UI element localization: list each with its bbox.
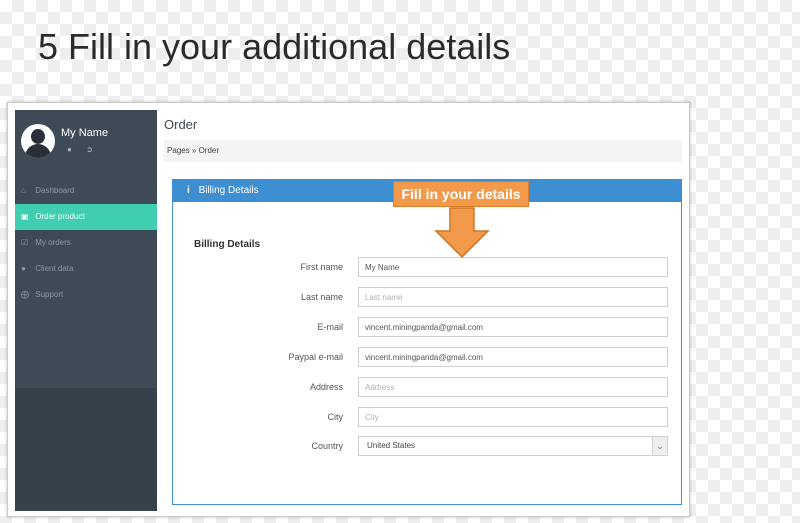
- info-icon: i: [187, 185, 190, 196]
- email-field[interactable]: [358, 317, 668, 337]
- paypal-email-label: Paypal e-mail: [288, 352, 343, 362]
- sidebar-item-order-product[interactable]: ▣ Order product: [15, 204, 157, 230]
- first-name-label: First name: [300, 262, 343, 272]
- sign-out-icon[interactable]: ➲: [86, 145, 93, 154]
- paypal-email-field[interactable]: [358, 347, 668, 367]
- profile-name: My Name: [61, 127, 109, 139]
- sidebar-item-label: My orders: [35, 238, 71, 247]
- user-icon: ●: [21, 264, 26, 273]
- sidebar-item-support[interactable]: ⨁ Support: [15, 282, 157, 308]
- user-icon[interactable]: ●: [67, 145, 72, 154]
- sidebar: My Name ● ➲ ⌂ Dashboard ▣ Order product …: [15, 110, 157, 511]
- address-row: Address: [173, 377, 683, 397]
- sidebar-item-client-data[interactable]: ● Client data: [15, 256, 157, 282]
- country-row: Country United States ⌄: [173, 436, 683, 456]
- country-select-value: United States: [367, 441, 416, 450]
- slide-title: 5 Fill in your additional details: [38, 26, 511, 67]
- breadcrumb: Pages » Order: [164, 140, 682, 162]
- city-label: City: [327, 412, 344, 422]
- cart-icon: ▣: [21, 212, 29, 221]
- first-name-row: First name: [173, 257, 683, 277]
- sidebar-footer-area: [15, 388, 157, 511]
- sidebar-item-label: Dashboard: [35, 186, 75, 195]
- section-title: Billing Details: [194, 239, 261, 250]
- arrow-down-icon: [434, 207, 490, 259]
- last-name-label: Last name: [300, 292, 343, 302]
- first-name-field[interactable]: [358, 257, 668, 277]
- last-name-row: Last name: [173, 287, 683, 307]
- sidebar-item-label: Order product: [35, 212, 85, 221]
- city-field[interactable]: [358, 407, 668, 427]
- address-field[interactable]: [358, 377, 668, 397]
- page-title: Order: [164, 117, 198, 132]
- sidebar-nav: ⌂ Dashboard ▣ Order product ☑ My orders …: [15, 178, 157, 308]
- callout-label: Fill in your details: [393, 181, 529, 207]
- city-row: City: [173, 407, 683, 427]
- app-window: My Name ● ➲ ⌂ Dashboard ▣ Order product …: [7, 102, 690, 517]
- last-name-field[interactable]: [358, 287, 668, 307]
- avatar-head: [31, 129, 45, 144]
- support-icon: ⨁: [21, 290, 29, 299]
- checkbox-icon: ☑: [21, 238, 29, 247]
- paypal-email-row: Paypal e-mail: [173, 347, 683, 367]
- email-label: E-mail: [317, 322, 343, 332]
- sidebar-item-label: Support: [35, 290, 64, 299]
- chevron-down-icon[interactable]: ⌄: [652, 437, 667, 455]
- home-icon: ⌂: [21, 186, 26, 195]
- profile-icons: ● ➲: [67, 145, 105, 154]
- address-label: Address: [309, 382, 343, 392]
- billing-panel: i Billing Details Billing Details First …: [172, 179, 682, 505]
- email-row: E-mail: [173, 317, 683, 337]
- country-label: Country: [311, 441, 343, 451]
- avatar[interactable]: [21, 124, 55, 158]
- country-select[interactable]: United States ⌄: [358, 436, 668, 456]
- sidebar-item-dashboard[interactable]: ⌂ Dashboard: [15, 178, 157, 204]
- sidebar-item-my-orders[interactable]: ☑ My orders: [15, 230, 157, 256]
- avatar-body: [25, 144, 51, 158]
- panel-header-title: Billing Details: [198, 185, 259, 196]
- sidebar-item-label: Client data: [35, 264, 74, 273]
